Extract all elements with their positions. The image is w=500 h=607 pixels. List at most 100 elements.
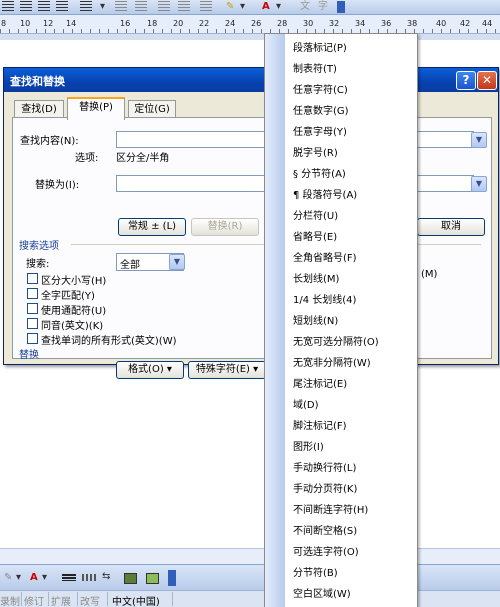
- line-color-dropdown-icon[interactable]: ▾: [16, 572, 21, 583]
- menu-item-section-character[interactable]: § 分节符(A): [293, 165, 346, 180]
- format-button[interactable]: 格式(O) ▾: [116, 361, 184, 379]
- horizontal-scroll-area[interactable]: [0, 548, 500, 564]
- menu-item-nonbreaking-hyphen[interactable]: 不间断连字符(H): [293, 501, 368, 516]
- menu-icon-strip: [265, 34, 285, 607]
- increase-indent-icon[interactable]: [178, 1, 190, 12]
- status-record[interactable]: 录制: [0, 593, 20, 607]
- menu-item-nonbreaking-space[interactable]: 不间断空格(S): [293, 522, 357, 537]
- align-left-icon[interactable]: [2, 1, 14, 12]
- decrease-indent-icon[interactable]: [158, 1, 170, 12]
- ruler-number: 40: [436, 19, 447, 28]
- menu-item-en-dash[interactable]: 短划线(N): [293, 312, 338, 327]
- 3d-style-icon[interactable]: [146, 573, 159, 584]
- menu-item-tab[interactable]: 制表符(T): [293, 60, 337, 75]
- font-color-dropdown-icon[interactable]: ▾: [276, 1, 281, 12]
- ruler-number: 44: [482, 19, 493, 28]
- arrow-style-icon[interactable]: ⇆: [102, 571, 110, 582]
- ruler-number: 34: [355, 19, 366, 28]
- toolbar-options-icon[interactable]: [337, 1, 345, 13]
- menu-item-fullwidth-ellipsis[interactable]: 全角省略号(F): [293, 249, 357, 264]
- ruler-number: 12: [43, 19, 54, 28]
- toolbar-options-icon[interactable]: [168, 570, 176, 586]
- ruler-number: 42: [460, 19, 471, 28]
- menu-item-white-space[interactable]: 空白区域(W): [293, 585, 351, 600]
- tab-find[interactable]: 查找(D): [14, 100, 64, 118]
- menu-item-ellipsis[interactable]: 省略号(E): [293, 228, 337, 243]
- align-right-icon[interactable]: [38, 1, 50, 12]
- shadow-style-icon[interactable]: [124, 573, 137, 584]
- status-separator: [48, 592, 49, 606]
- word-window: { "ruler": {"numbers": ["8","10","12","1…: [0, 0, 500, 607]
- menu-item-any-digit[interactable]: 任意数字(G): [293, 102, 349, 117]
- close-button[interactable]: ✕: [477, 71, 497, 90]
- special-button[interactable]: 特殊字符(E) ▾: [188, 361, 266, 379]
- highlight-icon[interactable]: ✎: [226, 1, 234, 12]
- menu-item-zero-width-optional-break[interactable]: 无宽可选分隔符(O): [293, 333, 379, 348]
- wildcards-checkbox[interactable]: [27, 303, 38, 314]
- line-spacing-icon[interactable]: ▾: [100, 1, 105, 12]
- distributed-icon[interactable]: [80, 1, 92, 12]
- status-overtype[interactable]: 改写: [80, 593, 100, 607]
- menu-item-quarter-em-dash[interactable]: 1/4 长划线(4): [293, 291, 356, 306]
- match-case-checkbox[interactable]: [27, 273, 38, 284]
- options-label: 选项:: [75, 153, 99, 164]
- all-word-forms-label: 查找单词的所有形式(英文)(W): [41, 336, 177, 347]
- sounds-like-checkbox[interactable]: [27, 318, 38, 329]
- font-color-icon[interactable]: A: [30, 572, 38, 583]
- font-color-icon[interactable]: A: [262, 1, 270, 12]
- find-dropdown-icon[interactable]: ▼: [471, 132, 487, 148]
- tab-replace[interactable]: 替换(P): [67, 97, 125, 120]
- ruler-number: 28: [277, 19, 288, 28]
- menu-item-any-letter[interactable]: 任意字母(Y): [293, 123, 347, 138]
- dash-style-icon[interactable]: [82, 574, 96, 581]
- menu-item-em-dash[interactable]: 长划线(M): [293, 270, 339, 285]
- numbering-icon[interactable]: [115, 1, 127, 12]
- menu-item-zero-width-non-break[interactable]: 无宽非分隔符(W): [293, 354, 371, 369]
- ruler-number: 16: [120, 19, 131, 28]
- phonetic-icon[interactable]: 文: [300, 1, 310, 12]
- menu-item-paragraph-character[interactable]: ¶ 段落符号(A): [293, 186, 357, 201]
- replace-dropdown-icon[interactable]: ▼: [471, 176, 487, 192]
- status-track-changes[interactable]: 修订: [24, 593, 44, 607]
- dialog-titlebar[interactable]: 查找和替换 ? ✕: [4, 68, 498, 92]
- line-style-icon[interactable]: [62, 574, 76, 581]
- normal-less-button[interactable]: 常规 ± (L): [118, 218, 186, 236]
- options-value: 区分全/半角: [116, 153, 170, 164]
- highlight-dropdown-icon[interactable]: ▾: [240, 1, 245, 12]
- menu-item-manual-page-break[interactable]: 手动分页符(K): [293, 480, 357, 495]
- menu-item-optional-hyphen[interactable]: 可选连字符(O): [293, 543, 359, 558]
- menu-item-caret[interactable]: 脱字号(R): [293, 144, 338, 159]
- menu-item-endnote-mark[interactable]: 尾注标记(E): [293, 375, 347, 390]
- replace-button[interactable]: 替换(R): [191, 218, 259, 236]
- menu-item-paragraph-mark[interactable]: 段落标记(P): [293, 39, 347, 54]
- cancel-button[interactable]: 取消: [417, 218, 485, 236]
- menu-item-any-character[interactable]: 任意字符(C): [293, 81, 348, 96]
- ruler-number: 30: [303, 19, 314, 28]
- menu-item-column-break[interactable]: 分栏符(U): [293, 207, 338, 222]
- tab-goto[interactable]: 定位(G): [128, 100, 176, 118]
- char-scale-icon[interactable]: [200, 1, 212, 12]
- ruler-number: 24: [225, 19, 236, 28]
- ruler-number: 8: [1, 19, 7, 28]
- whole-word-checkbox[interactable]: [27, 288, 38, 299]
- menu-item-graphic[interactable]: 图形(I): [293, 438, 324, 453]
- menu-item-section-break[interactable]: 分节符(B): [293, 564, 338, 579]
- enclose-icon[interactable]: 字: [318, 1, 328, 12]
- font-color-dropdown-icon[interactable]: ▾: [42, 572, 47, 583]
- justify-icon[interactable]: [56, 1, 68, 12]
- status-extend[interactable]: 扩展: [51, 593, 71, 607]
- status-language[interactable]: 中文(中国): [112, 593, 160, 607]
- search-scope-dropdown-icon[interactable]: ▼: [169, 254, 185, 270]
- drawing-toolbar: ✎ ▾ A ▾ ⇆: [0, 564, 500, 591]
- bullets-icon[interactable]: [135, 1, 147, 12]
- align-center-icon[interactable]: [20, 1, 32, 12]
- ruler-number: 10: [20, 19, 31, 28]
- ruler-number: 14: [66, 19, 77, 28]
- menu-item-field[interactable]: 域(D): [293, 396, 319, 411]
- menu-item-footnote-mark[interactable]: 脚注标记(F): [293, 417, 347, 432]
- line-color-icon[interactable]: ✎: [4, 572, 12, 583]
- wildcards-label: 使用通配符(U): [41, 306, 107, 317]
- all-word-forms-checkbox[interactable]: [27, 333, 38, 344]
- help-button[interactable]: ?: [456, 71, 476, 90]
- menu-item-manual-line-break[interactable]: 手动换行符(L): [293, 459, 356, 474]
